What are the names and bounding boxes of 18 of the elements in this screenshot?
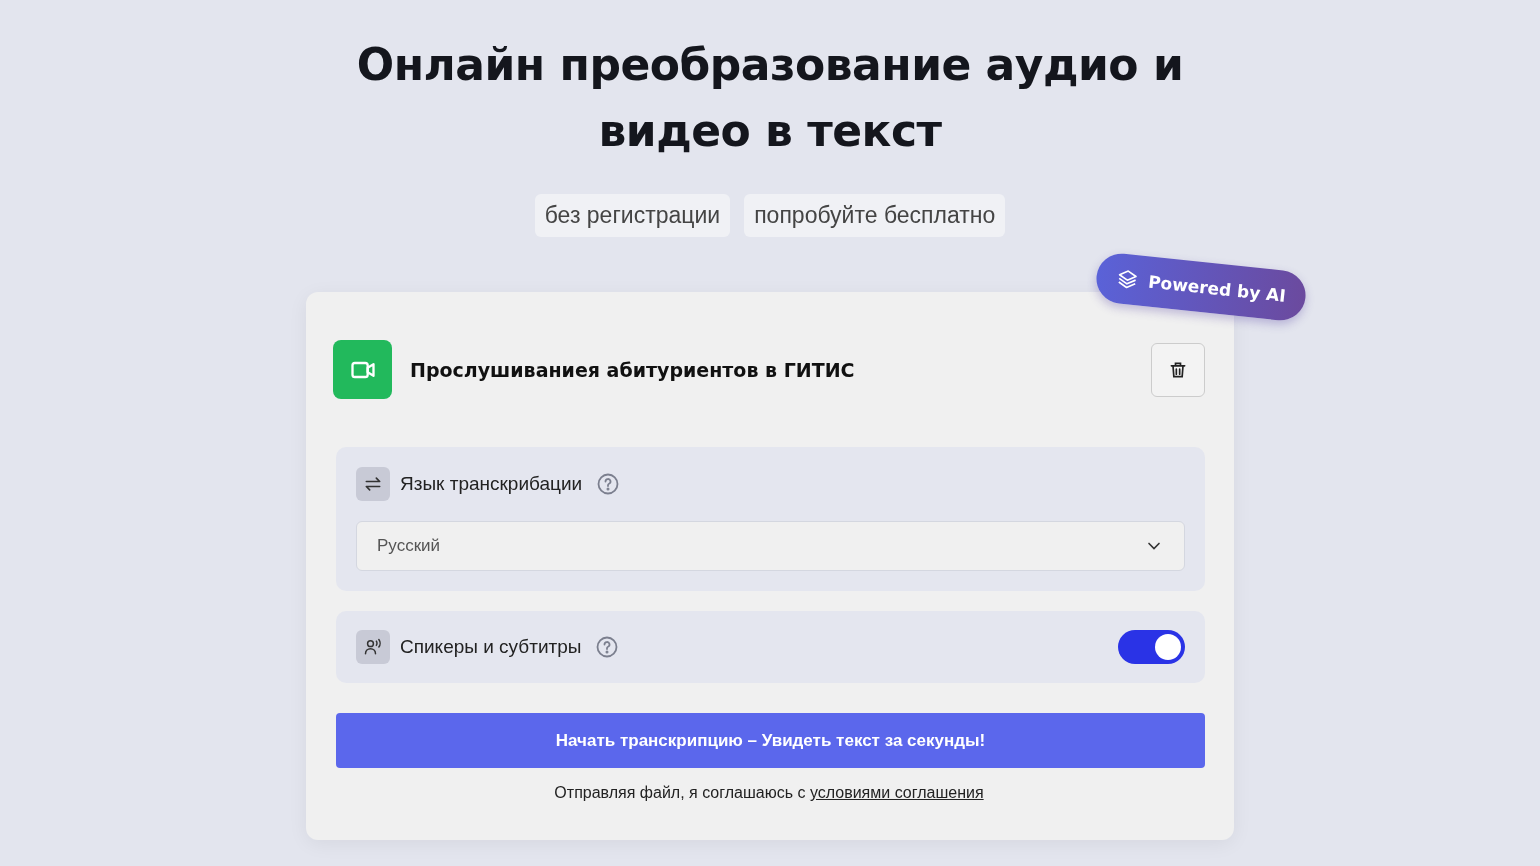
language-select[interactable]: Русский <box>356 521 1185 571</box>
file-name: Прослушиваниея абитуриентов в ГИТИС <box>410 358 856 381</box>
video-file-icon <box>333 340 392 399</box>
start-button[interactable]: Начать транскрипцию – Увидеть текст за секунды! <box>336 713 1205 768</box>
language-label: Язык транскрибации <box>400 473 583 495</box>
feature-tag: попробуйте бесплатно <box>744 194 1006 237</box>
speaker-icon <box>356 630 390 664</box>
feature-tag: без регистрации <box>534 194 731 237</box>
speakers-label: Спикеры и субтитры <box>400 636 582 658</box>
delete-button[interactable] <box>1151 342 1205 397</box>
badge-label: Powered by AI <box>1147 271 1287 306</box>
help-icon[interactable] <box>595 635 620 659</box>
consent-text: Отправляя файл, я соглашаюсь с условиями соглашения <box>553 784 985 802</box>
speakers-toggle[interactable] <box>1118 630 1185 664</box>
terms-link[interactable]: условиями соглашения <box>809 784 984 801</box>
help-icon[interactable] <box>596 472 621 496</box>
swap-icon <box>356 467 390 501</box>
page-title: Онлайн преобразование аудио и видео в текст <box>356 38 1184 158</box>
